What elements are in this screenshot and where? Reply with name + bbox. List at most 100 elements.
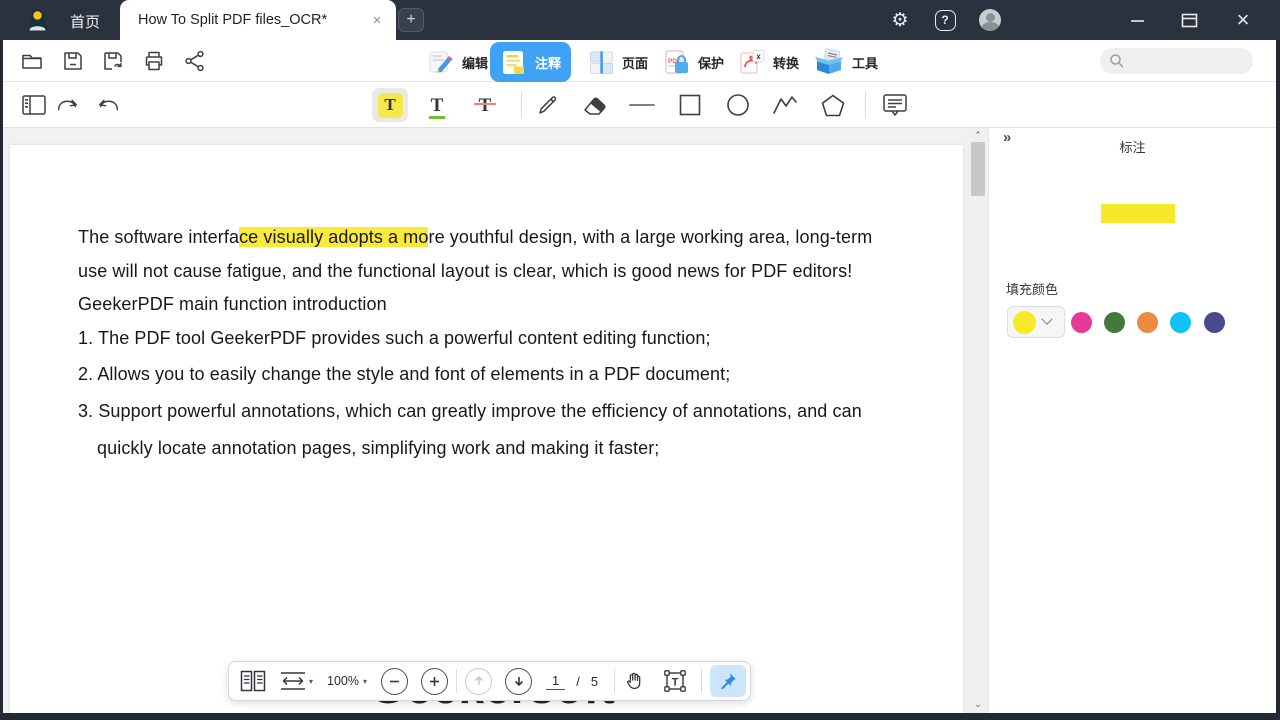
annotation-properties-panel: » 标注 填充颜色 <box>988 128 1276 713</box>
zoom-in-button[interactable] <box>421 668 448 695</box>
color-swatch-cyan[interactable] <box>1170 312 1191 333</box>
save-button[interactable] <box>61 49 85 73</box>
zoom-caret-icon: ▾ <box>363 677 367 686</box>
close-window-button[interactable]: × <box>1231 8 1255 32</box>
window-bottom-border <box>0 713 1280 720</box>
tab-edit[interactable]: 编辑 <box>418 42 498 82</box>
scrollbar-thumb[interactable] <box>971 142 985 196</box>
pencil-icon <box>536 93 560 117</box>
underline-tool-button[interactable]: T <box>419 88 455 122</box>
svg-text:x: x <box>756 52 761 61</box>
undo-button[interactable] <box>96 93 122 117</box>
previous-page-button[interactable] <box>465 668 492 695</box>
divider <box>701 669 702 693</box>
app-window: 首页 How To Split PDF files_OCR* × + ⚙ ? × <box>0 0 1280 720</box>
open-file-button[interactable] <box>20 49 44 73</box>
minus-icon <box>389 676 400 687</box>
document-viewport: The software interface visually adopts a… <box>3 128 1276 713</box>
doc-list-item: 1. The PDF tool GeekerPDF provides such … <box>78 328 711 349</box>
pencil-tool-button[interactable] <box>535 93 561 117</box>
eraser-tool-button[interactable] <box>582 93 608 117</box>
color-swatch-green[interactable] <box>1104 312 1125 333</box>
share-icon <box>183 49 207 73</box>
underline-tool-icon: T <box>431 96 444 115</box>
tab-convert-label: 转换 <box>773 53 799 72</box>
scroll-down-icon[interactable]: ⌄ <box>968 697 988 711</box>
highlight-tool-button[interactable]: T <box>372 88 408 122</box>
home-tab[interactable]: 首页 <box>70 11 100 32</box>
scroll-up-icon[interactable]: ⌃ <box>968 128 988 142</box>
convert-icon: x <box>738 49 766 76</box>
divider <box>865 92 866 118</box>
line-tool-button[interactable] <box>629 93 655 117</box>
vertical-scrollbar[interactable]: ⌃ ⌄ <box>968 128 988 713</box>
doc-paragraph-line: GeekerPDF main function introduction <box>78 294 387 315</box>
save-as-button[interactable] <box>101 49 125 73</box>
two-page-icon <box>240 670 266 692</box>
toolbox-icon <box>813 48 845 76</box>
page-organize-icon <box>588 49 615 76</box>
settings-button[interactable]: ⚙ <box>888 8 912 32</box>
search-input[interactable] <box>1125 54 1235 68</box>
color-swatch-orange[interactable] <box>1137 312 1158 333</box>
arrow-up-icon <box>473 675 485 687</box>
document-tab-title: How To Split PDF files_OCR* <box>138 12 368 28</box>
rectangle-tool-button[interactable] <box>677 93 703 117</box>
print-icon <box>142 49 166 73</box>
next-page-button[interactable] <box>505 668 532 695</box>
redo-button[interactable] <box>54 93 80 117</box>
doc-paragraph-line: The software interface visually adopts a… <box>78 227 872 248</box>
selected-color-dropdown[interactable] <box>1007 306 1065 338</box>
eraser-icon <box>582 94 608 116</box>
new-tab-button[interactable]: + <box>398 8 424 32</box>
circle-tool-button[interactable] <box>725 93 751 117</box>
zoom-level-value: 100% <box>327 674 359 688</box>
tab-annotate[interactable]: 注释 <box>490 42 571 82</box>
select-text-tool-button[interactable]: T <box>663 669 687 693</box>
minimize-button[interactable] <box>1125 8 1149 32</box>
print-button[interactable] <box>142 49 166 73</box>
highlight-preview-swatch <box>1101 204 1175 223</box>
edit-pencil-icon <box>428 49 455 75</box>
pdf-page[interactable]: The software interface visually adopts a… <box>10 145 963 713</box>
pin-toolbar-button[interactable] <box>710 665 746 697</box>
document-tab[interactable]: How To Split PDF files_OCR* × <box>120 0 396 40</box>
share-button[interactable] <box>183 49 207 73</box>
save-as-icon <box>101 49 125 73</box>
chevron-down-icon <box>1041 314 1052 325</box>
hand-tool-button[interactable] <box>623 670 645 692</box>
fit-width-button[interactable]: ▾ <box>279 671 313 691</box>
color-swatch-indigo[interactable] <box>1204 312 1225 333</box>
help-button[interactable]: ? <box>933 8 957 32</box>
two-page-view-button[interactable] <box>240 670 266 692</box>
panel-toggle-icon <box>22 95 46 115</box>
color-swatch-pink[interactable] <box>1071 312 1092 333</box>
tab-tools[interactable]: 工具 <box>803 42 888 82</box>
gear-icon: ⚙ <box>891 9 908 32</box>
zoom-level-dropdown[interactable]: 100% ▾ <box>325 674 367 688</box>
arrow-down-icon <box>513 675 525 687</box>
comment-tool-button[interactable] <box>882 93 908 117</box>
tab-annotate-label: 注释 <box>535 53 561 72</box>
page-number-input[interactable]: 1 <box>546 673 565 690</box>
doc-list-item: 3. Support powerful annotations, which c… <box>78 401 862 422</box>
pin-icon <box>718 671 738 691</box>
tab-page[interactable]: 页面 <box>578 42 658 82</box>
polygon-tool-button[interactable] <box>820 93 846 117</box>
polyline-tool-button[interactable] <box>772 93 798 117</box>
doc-list-item-continued: quickly locate annotation pages, simplif… <box>97 438 659 459</box>
tab-convert[interactable]: x 转换 <box>728 42 809 82</box>
strikethrough-tool-button[interactable]: T <box>467 88 503 122</box>
zoom-out-button[interactable] <box>381 668 408 695</box>
maximize-button[interactable] <box>1177 8 1201 32</box>
divider <box>614 669 615 693</box>
account-button[interactable] <box>978 8 1002 32</box>
search-box[interactable] <box>1100 48 1253 74</box>
panel-toggle-button[interactable] <box>21 93 47 117</box>
strikethrough-tool-icon: T <box>479 96 492 115</box>
search-icon <box>1109 53 1125 69</box>
tab-protect[interactable]: PDF 保护 <box>653 42 734 82</box>
tab-close-icon[interactable]: × <box>368 12 386 29</box>
fit-width-caret-icon: ▾ <box>309 677 313 686</box>
page-separator: / <box>576 674 580 689</box>
